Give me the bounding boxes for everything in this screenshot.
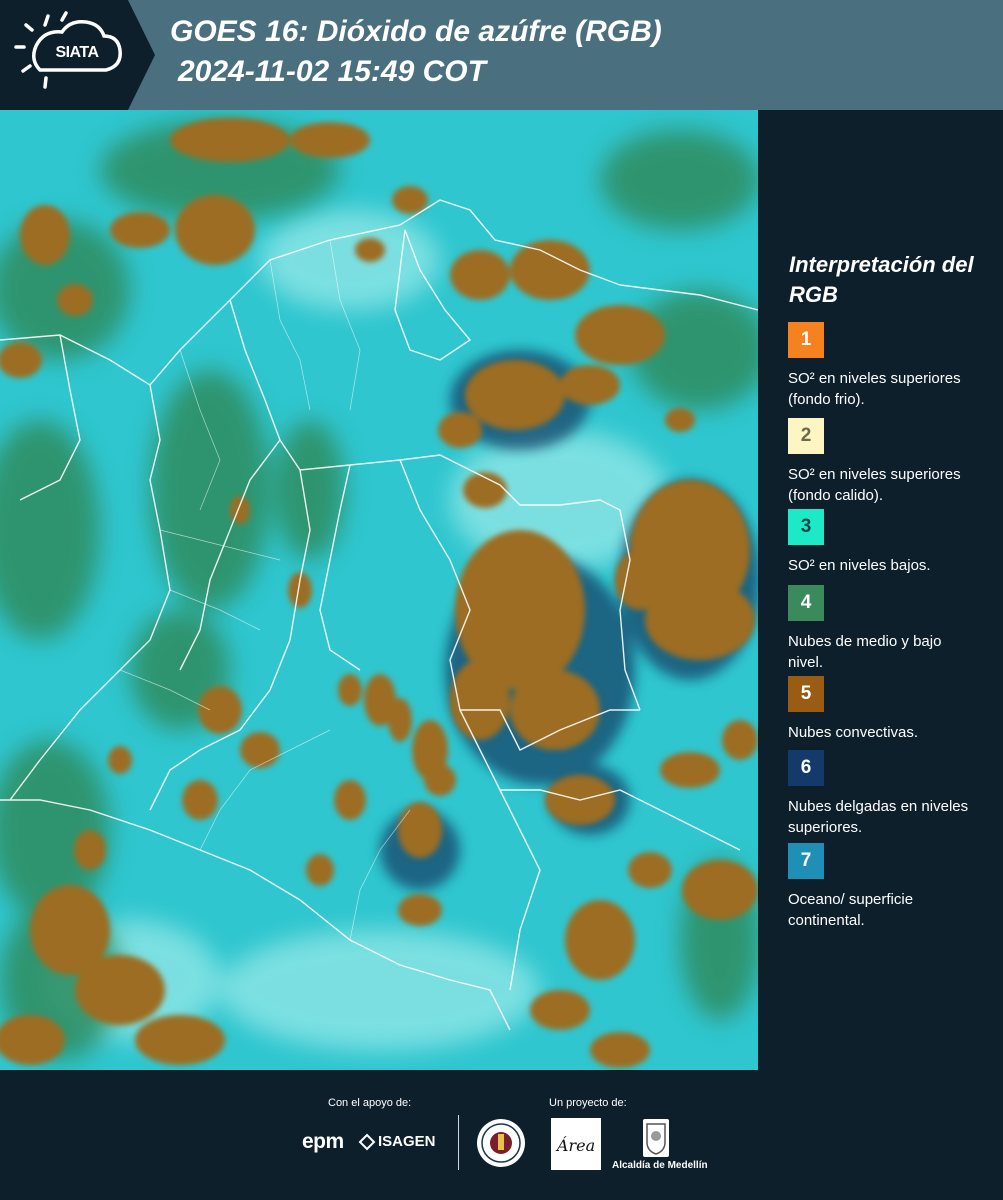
footer-divider xyxy=(458,1115,459,1170)
page-timestamp: 2024-11-02 15:49 COT xyxy=(178,55,486,88)
page-title: GOES 16: Dióxido de azúfre (RGB) xyxy=(170,15,662,48)
siata-logo: SIATA xyxy=(0,0,155,110)
legend-panel: Interpretación del RGB 1 SO² en niveles … xyxy=(758,110,1003,1070)
legend-item-6: 6 Nubes delgadas en niveles superiores. xyxy=(788,750,998,838)
legend-text-3: SO² en niveles bajos. xyxy=(788,557,931,574)
medellin-seal-icon xyxy=(477,1119,525,1167)
legend-item-4: 4 Nubes de medio y bajo nivel. xyxy=(788,585,998,673)
legend-swatch-2: 2 xyxy=(788,418,824,454)
legend-swatch-3: 3 xyxy=(788,509,824,545)
legend-swatch-6: 6 xyxy=(788,750,824,786)
legend-swatch-7: 7 xyxy=(788,843,824,879)
alcaldia-label: Alcaldía de Medellín xyxy=(612,1160,708,1171)
legend-text-7: Oceano/ superficie continental. xyxy=(788,891,914,929)
legend-swatch-5: 5 xyxy=(788,676,824,712)
legend-text-4: Nubes de medio y bajo nivel. xyxy=(788,633,942,671)
satellite-image xyxy=(0,110,758,1070)
epm-logo: epm xyxy=(302,1130,344,1153)
legend-text-6: Nubes delgadas en niveles superiores. xyxy=(788,798,969,836)
project-label: Un proyecto de: xyxy=(549,1097,627,1109)
legend-swatch-1: 1 xyxy=(788,322,824,358)
isagen-icon xyxy=(358,1133,376,1151)
legend-text-5: Nubes convectivas. xyxy=(788,724,919,741)
legend-text-2: SO² en niveles superiores (fondo calido)… xyxy=(788,466,961,504)
legend-text-1: SO² en niveles superiores (fondo frio). xyxy=(788,370,961,408)
legend-item-2: 2 SO² en niveles superiores (fondo calid… xyxy=(788,418,998,506)
header-bar: SIATA GOES 16: Dióxido de azúfre (RGB) 2… xyxy=(0,0,1003,110)
legend-item-1: 1 SO² en niveles superiores (fondo frio)… xyxy=(788,322,998,410)
alcaldia-shield-icon xyxy=(643,1119,669,1157)
legend-item-5: 5 Nubes convectivas. xyxy=(788,676,998,743)
isagen-logo: ISAGEN xyxy=(378,1133,436,1150)
siata-logo-text: SIATA xyxy=(55,44,99,61)
area-metropolitana-logo: Área xyxy=(551,1118,601,1170)
support-label: Con el apoyo de: xyxy=(328,1097,412,1109)
legend-title: Interpretación del RGB xyxy=(789,252,974,307)
legend-item-7: 7 Oceano/ superficie continental. xyxy=(788,843,998,931)
legend-swatch-4: 4 xyxy=(788,585,824,621)
satellite-map xyxy=(0,110,758,1070)
legend-item-3: 3 SO² en niveles bajos. xyxy=(788,509,998,576)
footer: Con el apoyo de: Un proyecto de: epm ISA… xyxy=(0,1070,1003,1200)
